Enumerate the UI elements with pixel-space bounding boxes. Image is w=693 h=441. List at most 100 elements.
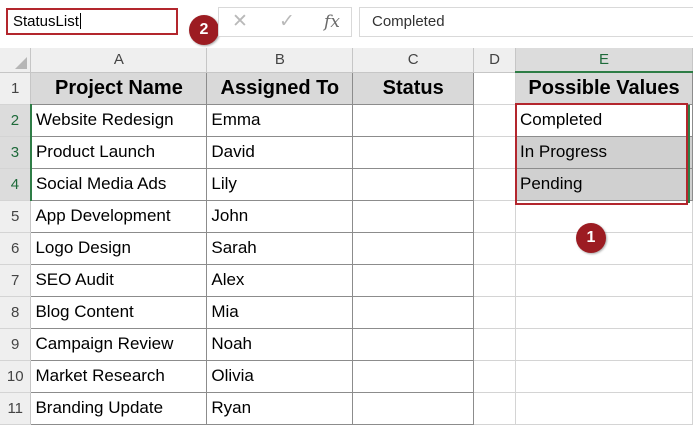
row-header[interactable]: 7 <box>0 264 32 297</box>
cell-text: Market Research <box>35 366 165 385</box>
cell-text: Lily <box>211 174 237 193</box>
cell-text: Campaign Review <box>35 334 174 353</box>
cell-status[interactable] <box>352 167 475 201</box>
cell-status[interactable] <box>352 263 475 297</box>
cell-project[interactable]: SEO Audit <box>30 263 208 297</box>
cell-assigned[interactable]: Olivia <box>206 359 354 393</box>
cell-text: Branding Update <box>35 398 164 417</box>
header-possible-values[interactable]: Possible Values <box>515 71 693 105</box>
row-header[interactable]: 11 <box>0 392 32 425</box>
cell-assigned[interactable]: Emma <box>206 103 354 137</box>
header-assigned-to[interactable]: Assigned To <box>206 71 354 105</box>
cell-status[interactable] <box>352 391 475 425</box>
cell-text: Product Launch <box>35 142 156 161</box>
formula-input[interactable]: Completed <box>359 7 693 37</box>
cell[interactable] <box>473 168 517 201</box>
formula-bar: StatusList 2 ✕ ✓ fx Completed <box>0 0 693 46</box>
header-project-name[interactable]: Project Name <box>30 71 208 105</box>
cell[interactable] <box>515 296 693 329</box>
cell-status[interactable] <box>352 103 475 137</box>
cell-text: Emma <box>211 110 261 129</box>
column-header-a[interactable]: A <box>30 48 208 73</box>
cell[interactable] <box>515 392 693 425</box>
row-header[interactable]: 2 <box>0 104 32 137</box>
select-all-corner[interactable] <box>0 48 32 73</box>
cell-assigned[interactable]: David <box>206 135 354 169</box>
cell-assigned[interactable]: Sarah <box>206 231 354 265</box>
cell[interactable] <box>515 360 693 393</box>
cell-text: Website Redesign <box>35 110 174 129</box>
cell-assigned[interactable]: Alex <box>206 263 354 297</box>
cell[interactable] <box>515 200 693 233</box>
cell-status[interactable] <box>352 135 475 169</box>
cell-project[interactable]: Social Media Ads <box>30 167 208 201</box>
cell-text: Pending <box>520 174 583 193</box>
cell-project[interactable]: Logo Design <box>30 231 208 265</box>
row-header[interactable]: 10 <box>0 360 32 393</box>
cell-status[interactable] <box>352 295 475 329</box>
cell-text: Sarah <box>211 238 257 257</box>
row-header[interactable]: 5 <box>0 200 32 233</box>
row-header[interactable]: 4 <box>0 168 32 201</box>
cell[interactable] <box>473 200 517 233</box>
cell-assigned[interactable]: Ryan <box>206 391 354 425</box>
cell-assigned[interactable]: John <box>206 199 354 233</box>
text-caret <box>79 13 81 29</box>
cell-project[interactable]: Blog Content <box>30 295 208 329</box>
cell[interactable] <box>473 360 517 393</box>
cell-text: Alex <box>211 270 245 289</box>
cell-text: App Development <box>35 206 171 225</box>
column-header-b[interactable]: B <box>206 48 354 73</box>
cell[interactable] <box>473 392 517 425</box>
cell-text: Logo Design <box>35 238 131 257</box>
name-box-value: StatusList <box>13 13 79 30</box>
cell-status[interactable] <box>352 199 475 233</box>
header-status[interactable]: Status <box>352 71 475 105</box>
cell-assigned[interactable]: Mia <box>206 295 354 329</box>
cell-project[interactable]: Market Research <box>30 359 208 393</box>
column-header-d[interactable]: D <box>473 48 517 73</box>
row-header[interactable]: 1 <box>0 72 32 105</box>
annotation-badge-2: 2 <box>189 15 219 45</box>
row-header[interactable]: 9 <box>0 328 32 361</box>
cell-project[interactable]: App Development <box>30 199 208 233</box>
possible-value-cell[interactable]: In Progress <box>515 135 693 169</box>
insert-function-icon[interactable]: fx <box>315 8 349 36</box>
cell-assigned[interactable]: Lily <box>206 167 354 201</box>
cancel-icon[interactable]: ✕ <box>223 8 257 36</box>
cell[interactable] <box>473 72 517 105</box>
cell[interactable] <box>473 232 517 265</box>
cell-status[interactable] <box>352 231 475 265</box>
cell-project[interactable]: Website Redesign <box>30 103 208 137</box>
selection-edge <box>687 105 690 203</box>
possible-value-cell[interactable]: Completed <box>515 103 693 137</box>
column-header-e[interactable]: E <box>515 48 693 73</box>
row-header[interactable]: 3 <box>0 136 32 169</box>
cell-text: Completed <box>520 110 603 129</box>
cell[interactable] <box>473 264 517 297</box>
column-header-c[interactable]: C <box>352 48 475 73</box>
cell-text: Social Media Ads <box>35 174 167 193</box>
cell[interactable] <box>473 296 517 329</box>
enter-icon[interactable]: ✓ <box>270 8 304 36</box>
cell[interactable] <box>473 104 517 137</box>
cell[interactable] <box>515 264 693 297</box>
cell[interactable] <box>473 328 517 361</box>
cell-status[interactable] <box>352 327 475 361</box>
row-header[interactable]: 6 <box>0 232 32 265</box>
name-box[interactable]: StatusList <box>6 8 178 35</box>
formula-buttons: ✕ ✓ fx <box>218 7 352 37</box>
cell-project[interactable]: Branding Update <box>30 391 208 425</box>
possible-value-cell[interactable]: Pending <box>515 167 693 201</box>
cell-text: David <box>211 142 255 161</box>
cell[interactable] <box>473 136 517 169</box>
cell[interactable] <box>515 328 693 361</box>
cell-text: Noah <box>211 334 252 353</box>
cell-status[interactable] <box>352 359 475 393</box>
annotation-badge-1: 1 <box>576 223 606 253</box>
cell-text: Ryan <box>211 398 252 417</box>
cell-project[interactable]: Product Launch <box>30 135 208 169</box>
row-header[interactable]: 8 <box>0 296 32 329</box>
cell-project[interactable]: Campaign Review <box>30 327 208 361</box>
cell-assigned[interactable]: Noah <box>206 327 354 361</box>
